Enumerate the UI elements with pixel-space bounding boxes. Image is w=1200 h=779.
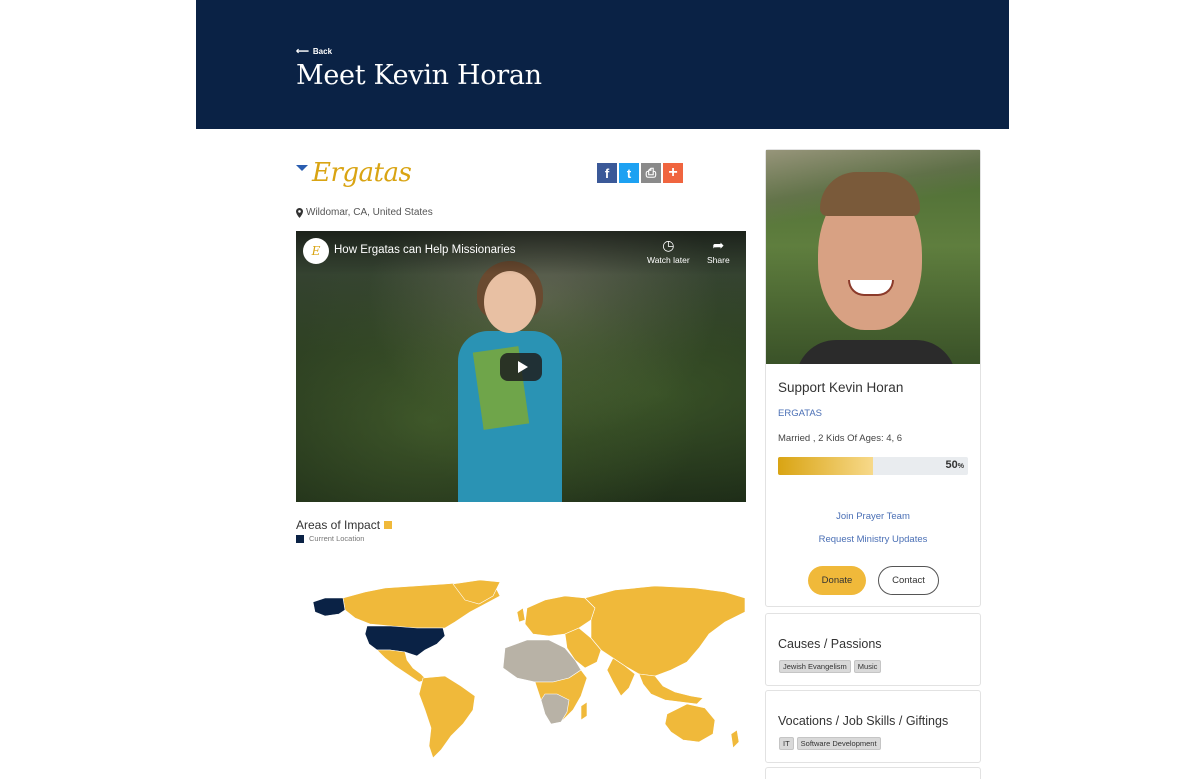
current-location-label: Current Location	[309, 534, 365, 543]
map-pin-icon	[296, 207, 303, 218]
support-card: Support Kevin Horan ERGATAS Married , 2 …	[765, 149, 981, 607]
location-text: Wildomar, CA, United States	[306, 207, 433, 218]
map-region-australia[interactable]	[664, 703, 716, 743]
map-region-new-zealand[interactable]	[730, 729, 740, 749]
map-region-asia[interactable]	[584, 585, 746, 677]
impact-legend-swatch	[384, 521, 393, 529]
contact-button[interactable]: Contact	[878, 566, 939, 595]
join-prayer-team-link[interactable]: Join Prayer Team	[766, 511, 980, 522]
support-progress-bar: 50%	[778, 457, 968, 475]
map-region-southeast-asia[interactable]	[638, 673, 704, 705]
map-region-usa[interactable]	[364, 625, 446, 657]
family-info: Married , 2 Kids Of Ages: 4, 6	[778, 433, 903, 444]
support-title: Support Kevin Horan	[778, 380, 904, 395]
map-region-madagascar[interactable]	[580, 701, 588, 721]
areas-of-impact-heading: Areas of Impact	[296, 518, 393, 532]
vocations-tags: IT Software Development	[779, 737, 881, 750]
areas-of-impact-label: Areas of Impact	[296, 518, 381, 532]
channel-avatar[interactable]: E	[303, 238, 329, 264]
tag: Jewish Evangelism	[779, 660, 851, 673]
photo-shirt	[796, 340, 956, 364]
back-label: Back	[312, 47, 333, 56]
tag: Music	[853, 660, 882, 673]
map-region-alaska[interactable]	[312, 597, 346, 617]
map-region-europe[interactable]	[524, 595, 596, 637]
twitter-share-button[interactable]: t	[619, 163, 639, 183]
video-thumbnail-face	[484, 271, 536, 333]
clock-icon: ◷	[662, 237, 675, 253]
play-button[interactable]	[500, 353, 542, 381]
tag: IT	[779, 737, 794, 750]
causes-tags: Jewish Evangelism Music	[779, 660, 882, 673]
back-link[interactable]: ⟵ Back	[296, 46, 332, 57]
progress-fill	[778, 457, 873, 475]
progress-label: 50%	[946, 459, 964, 471]
video-title[interactable]: How Ergatas can Help Missionaries	[334, 244, 516, 256]
org-logo-row: Ergatas	[296, 158, 412, 188]
org-link[interactable]: ERGATAS	[778, 408, 822, 419]
causes-heading: Causes / Passions	[778, 637, 882, 651]
print-button[interactable]: ⎙	[641, 163, 661, 183]
vocations-heading: Vocations / Job Skills / Giftings	[778, 714, 949, 728]
photo-hair	[820, 172, 920, 216]
video-share-button[interactable]: ➦ Share	[707, 238, 730, 265]
current-location-swatch	[296, 534, 304, 543]
map-region-central-america[interactable]	[376, 649, 428, 683]
progress-unit: %	[957, 463, 964, 470]
caret-down-icon[interactable]	[296, 165, 308, 171]
back-arrow-icon: ⟵	[296, 46, 309, 56]
map-region-southern-africa[interactable]	[540, 693, 570, 725]
request-updates-link[interactable]: Request Ministry Updates	[766, 534, 980, 545]
next-card	[765, 767, 981, 779]
map-legend: Current Location	[296, 534, 364, 543]
profile-photo	[766, 150, 980, 364]
tag: Software Development	[796, 737, 881, 750]
map-region-south-america[interactable]	[418, 675, 476, 759]
video-share-label: Share	[707, 255, 730, 265]
share-buttons: f t ⎙ +	[597, 163, 683, 183]
vocations-card: Vocations / Job Skills / Giftings IT Sof…	[765, 690, 981, 763]
progress-number: 50	[945, 459, 958, 471]
map-region-uk[interactable]	[516, 607, 526, 623]
watch-later-label: Watch later	[647, 255, 690, 265]
facebook-share-button[interactable]: f	[597, 163, 617, 183]
share-arrow-icon: ➦	[712, 237, 725, 253]
world-map[interactable]	[295, 578, 747, 760]
video-player[interactable]: E How Ergatas can Help Missionaries ◷ Wa…	[296, 231, 746, 502]
location: Wildomar, CA, United States	[296, 207, 433, 218]
page-title: Meet Kevin Horan	[296, 60, 542, 91]
play-icon	[517, 361, 528, 373]
org-logo[interactable]: Ergatas	[312, 158, 412, 188]
watch-later-button[interactable]: ◷ Watch later	[647, 238, 690, 265]
causes-card: Causes / Passions Jewish Evangelism Musi…	[765, 613, 981, 686]
hero-banner: ⟵ Back Meet Kevin Horan	[196, 0, 1009, 129]
donate-button[interactable]: Donate	[808, 566, 866, 595]
more-share-button[interactable]: +	[663, 163, 683, 183]
